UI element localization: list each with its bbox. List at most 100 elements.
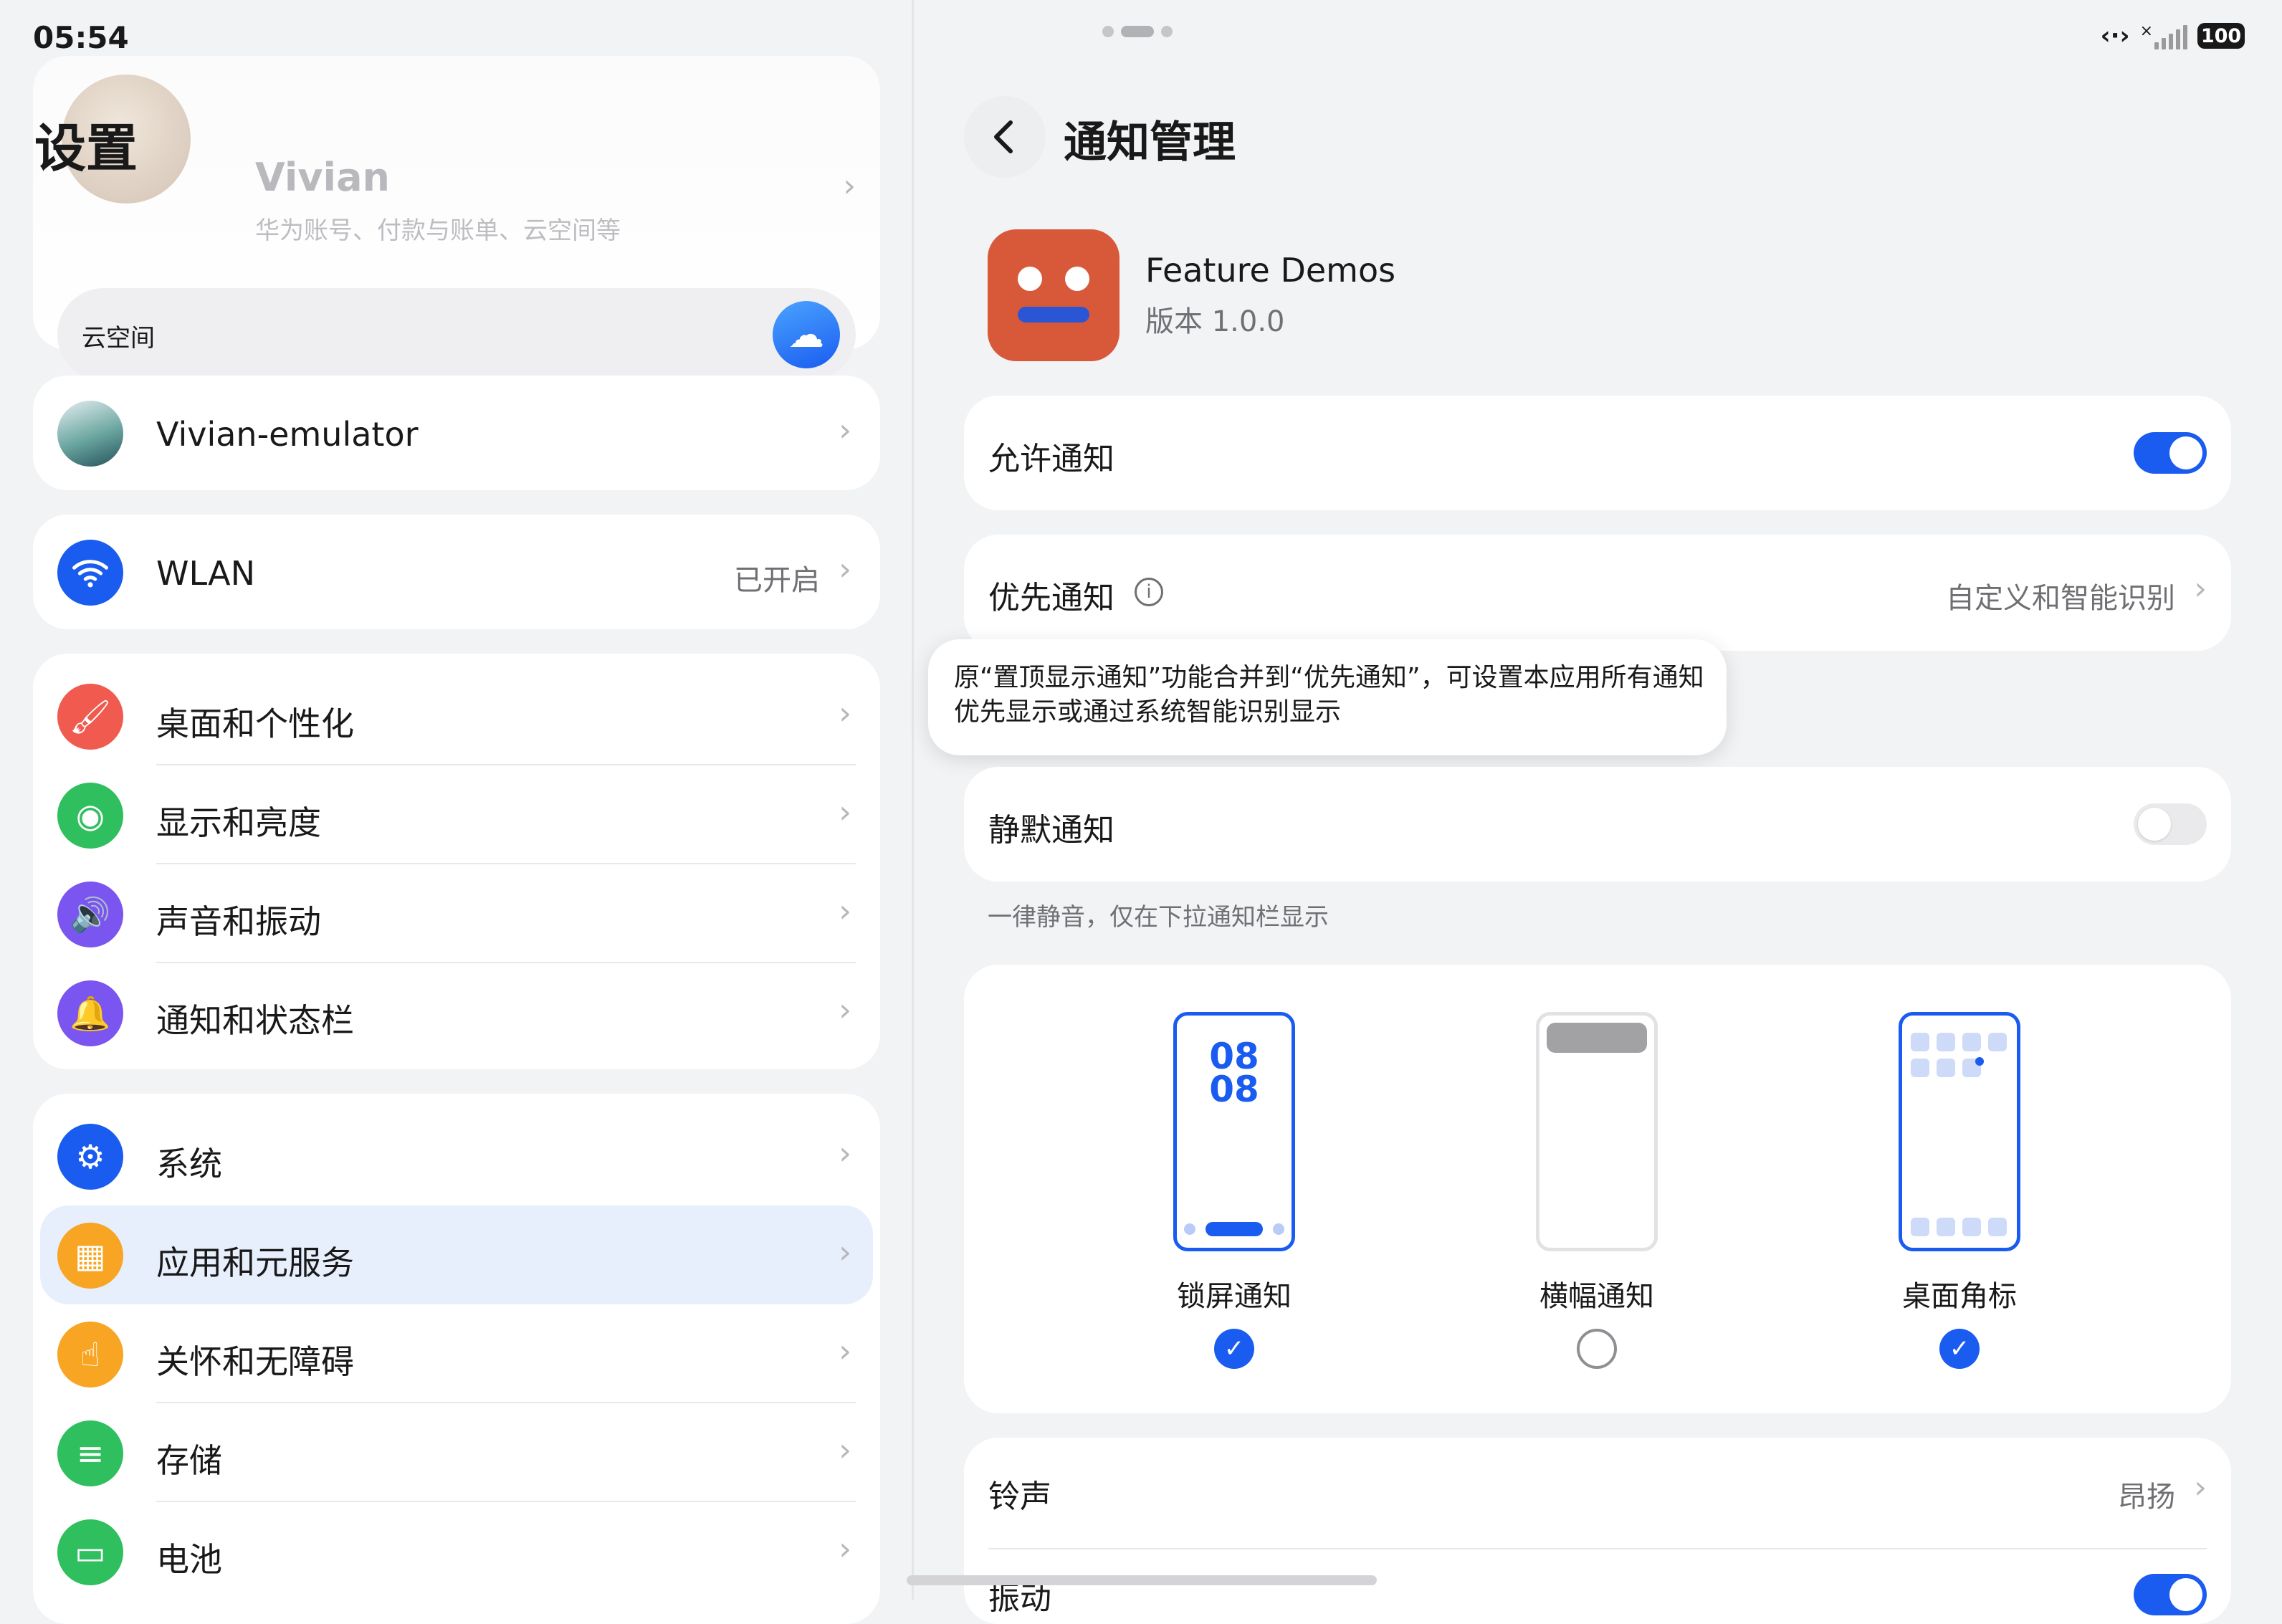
speaker-icon: 🔊 xyxy=(57,882,123,947)
app-name: Feature Demos xyxy=(1145,251,1396,290)
allow-notifications-label: 允许通知 xyxy=(988,441,1114,477)
chevron-right-icon: › xyxy=(843,168,856,204)
menu-item[interactable]: 🔊 声音和振动 › xyxy=(33,864,880,963)
account-subtitle: 华为账号、付款与账单、云空间等 xyxy=(255,216,621,245)
chevron-right-icon: › xyxy=(839,1333,851,1370)
chevron-right-icon: › xyxy=(2194,1469,2207,1506)
battery-icon: ▭ xyxy=(57,1519,123,1585)
badge-check[interactable]: ✓ xyxy=(1939,1329,1980,1369)
lockscreen-check[interactable]: ✓ xyxy=(1214,1329,1254,1369)
banner-preview[interactable] xyxy=(1536,1012,1658,1251)
cloud-space-label: 云空间 xyxy=(82,324,155,353)
signal-icon: × xyxy=(2140,22,2187,49)
eye-icon: ◉ xyxy=(57,783,123,849)
notification-title: 通知管理 xyxy=(1064,118,1236,168)
wifi-icon xyxy=(57,540,123,606)
wlan-card[interactable]: WLAN 已开启 › xyxy=(33,515,880,629)
chevron-right-icon: › xyxy=(839,992,851,1028)
personalization-group: 🖌 桌面和个性化 › ◉ 显示和亮度 › 🔊 声音和振动 › 🔔 通知和状态栏 › xyxy=(33,654,880,1069)
chevron-right-icon: › xyxy=(839,551,851,588)
wlan-row[interactable]: WLAN 已开启 › xyxy=(33,522,880,621)
device-row[interactable]: Vivian-emulator › xyxy=(33,383,880,482)
banner-radio[interactable] xyxy=(1577,1329,1617,1369)
back-button[interactable] xyxy=(964,96,1046,178)
silent-notifications-row[interactable]: 静默通知 xyxy=(964,767,2231,882)
allow-notifications-toggle[interactable] xyxy=(2134,432,2207,474)
clock-preview: 08 08 xyxy=(1209,1036,1259,1110)
chevron-right-icon: › xyxy=(839,1531,851,1567)
banner-label: 横幅通知 xyxy=(1539,1280,1654,1313)
info-icon[interactable]: i xyxy=(1135,578,1163,606)
cloud-space-row[interactable]: 云空间 ☁ xyxy=(57,288,856,381)
system-group: ⚙ 系统 › ▦ 应用和元服务 › ☝ 关怀和无障碍 › ≡ 存储 › ▭ 电池 › xyxy=(33,1094,880,1624)
battery-icon: 100 xyxy=(2197,23,2245,49)
priority-label: 优先通知 xyxy=(988,580,1114,616)
badge-preview[interactable] xyxy=(1899,1012,2020,1251)
chevron-right-icon: › xyxy=(839,1432,851,1468)
menu-item-label: 电池 xyxy=(156,1540,222,1579)
chevron-right-icon: › xyxy=(839,695,851,732)
menu-item-label: 显示和亮度 xyxy=(156,803,321,842)
menu-item-label: 应用和元服务 xyxy=(156,1243,354,1282)
silent-caption: 一律静音，仅在下拉通知栏显示 xyxy=(988,903,1329,932)
notification-styles-card: 08 08 锁屏通知 ✓ 横幅通知 桌面角标 ✓ xyxy=(964,965,2231,1413)
lockscreen-preview[interactable]: 08 08 xyxy=(1173,1012,1295,1251)
device-card[interactable]: Vivian-emulator › xyxy=(33,376,880,490)
silent-label: 静默通知 xyxy=(988,812,1114,849)
menu-item[interactable]: 🔔 通知和状态栏 › xyxy=(33,963,880,1062)
menu-item[interactable]: ☝ 关怀和无障碍 › xyxy=(33,1304,880,1403)
account-card[interactable]: Vivian 华为账号、付款与账单、云空间等 › 云空间 ☁ xyxy=(33,56,880,381)
priority-value: 自定义和智能识别 xyxy=(1946,582,2175,615)
status-time: 05:54 xyxy=(33,20,129,55)
chevron-right-icon: › xyxy=(2194,570,2207,607)
app-icon xyxy=(988,229,1119,361)
window-handle[interactable] xyxy=(1102,26,1173,37)
allow-notifications-row[interactable]: 允许通知 xyxy=(964,396,2231,510)
chevron-right-icon: › xyxy=(839,794,851,831)
menu-item[interactable]: 🖌 桌面和个性化 › xyxy=(33,667,880,765)
cloud-icon: ☁ xyxy=(773,301,840,368)
brush-icon: 🖌 xyxy=(57,684,123,750)
menu-item[interactable]: ▭ 电池 › xyxy=(33,1502,880,1601)
wlan-label: WLAN xyxy=(156,554,256,593)
chevron-right-icon: › xyxy=(839,1234,851,1271)
menu-item-label: 桌面和个性化 xyxy=(156,704,354,743)
data-transfer-icon: ‹·› xyxy=(2100,22,2130,50)
hand-icon: ☝ xyxy=(57,1322,123,1387)
account-name: Vivian xyxy=(255,155,390,200)
silent-toggle[interactable] xyxy=(2134,803,2207,845)
gesture-handle[interactable] xyxy=(907,1575,1377,1585)
priority-tooltip: 原“置顶显示通知”功能合并到“优先通知”，可设置本应用所有通知优先显示或通过系统… xyxy=(928,639,1727,755)
chevron-right-icon: › xyxy=(839,893,851,930)
gear-icon: ⚙ xyxy=(57,1124,123,1190)
menu-item-label: 系统 xyxy=(156,1145,222,1183)
status-icons: ‹·› × 100 xyxy=(2101,22,2245,50)
device-label: Vivian-emulator xyxy=(156,415,419,454)
settings-pane: 05:54 Vivian 华为账号、付款与账单、云空间等 › 云空间 ☁ 设置 … xyxy=(0,0,912,1624)
menu-item-label: 存储 xyxy=(156,1441,222,1480)
tablet-icon xyxy=(57,401,123,467)
ringtone-value[interactable]: 昂扬 xyxy=(2118,1473,2175,1515)
pane-divider[interactable] xyxy=(912,0,914,1600)
lockscreen-label: 锁屏通知 xyxy=(1177,1280,1292,1313)
app-version: 版本 1.0.0 xyxy=(1145,305,1285,338)
menu-item[interactable]: ◉ 显示和亮度 › xyxy=(33,765,880,864)
apps-icon: ▦ xyxy=(57,1223,123,1289)
wlan-status: 已开启 xyxy=(734,564,820,597)
page-title: 设置 xyxy=(34,118,138,178)
chevron-right-icon: › xyxy=(839,1135,851,1172)
storage-icon: ≡ xyxy=(57,1420,123,1486)
menu-item-label: 声音和振动 xyxy=(156,902,321,941)
bell-icon: 🔔 xyxy=(57,980,123,1046)
ringtone-label[interactable]: 铃声 xyxy=(988,1471,1051,1516)
chevron-right-icon: › xyxy=(839,412,851,449)
menu-item-label: 通知和状态栏 xyxy=(156,1001,354,1040)
menu-item[interactable]: ▦ 应用和元服务 › xyxy=(40,1205,873,1304)
tooltip-text: 原“置顶显示通知”功能合并到“优先通知”，可设置本应用所有通知优先显示或通过系统… xyxy=(954,663,1704,727)
menu-item[interactable]: ≡ 存储 › xyxy=(33,1403,880,1502)
sound-card: 铃声 昂扬 › 振动 xyxy=(964,1438,2231,1624)
vibrate-toggle[interactable] xyxy=(2134,1574,2207,1615)
menu-item[interactable]: ⚙ 系统 › xyxy=(33,1107,880,1205)
menu-item-label: 关怀和无障碍 xyxy=(156,1342,354,1381)
badge-label: 桌面角标 xyxy=(1902,1280,2017,1313)
